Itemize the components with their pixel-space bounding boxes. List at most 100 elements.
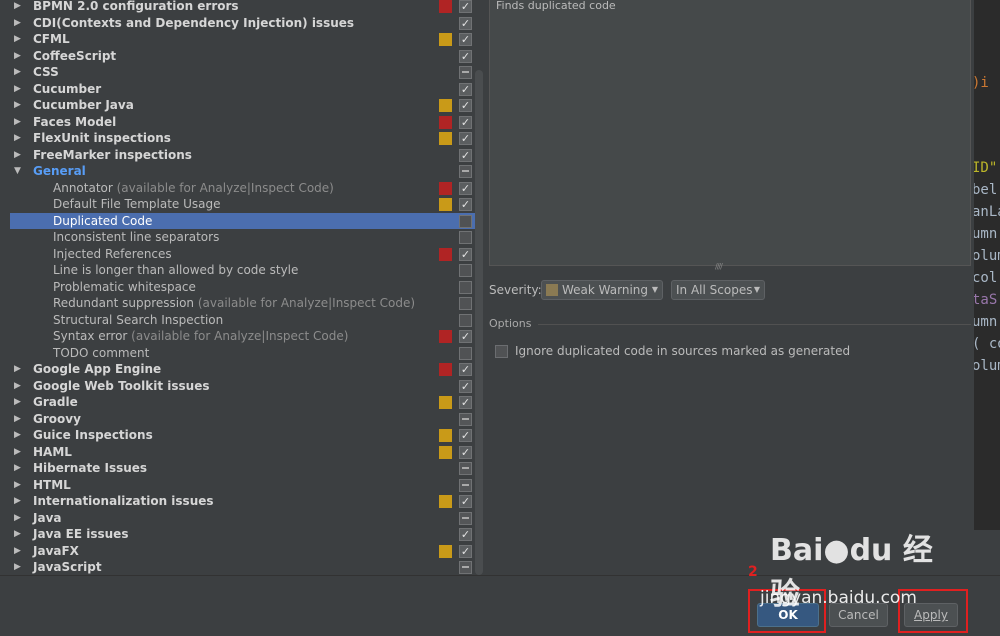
tree-item[interactable]: Annotator (available for Analyze|Inspect… [10,180,475,197]
tree-item[interactable]: Inconsistent line separators [10,229,475,246]
tree-group[interactable]: ▶ Guice Inspections ✓ [10,427,475,444]
tree-group[interactable]: ▶ Cucumber ✓ [10,81,475,98]
tree-group[interactable]: ▶ CDI(Contexts and Dependency Injection) … [10,15,475,32]
tree-item[interactable]: Line is longer than allowed by code styl… [10,262,475,279]
tree-group[interactable]: ▼ General [10,163,475,180]
tree-group[interactable]: ▶ CoffeeScript ✓ [10,48,475,65]
enable-checkbox[interactable]: ✓ [459,429,472,442]
tree-group[interactable]: ▶ Java [10,510,475,527]
chevron-right-icon[interactable]: ▶ [14,411,24,428]
tree-group[interactable]: ▶ HAML ✓ [10,444,475,461]
chevron-right-icon[interactable]: ▶ [14,81,24,98]
enable-checkbox[interactable]: ✓ [459,181,472,195]
enable-checkbox[interactable] [459,511,472,525]
chevron-right-icon[interactable]: ▶ [14,0,24,15]
enable-checkbox[interactable]: ✓ [459,82,472,96]
enable-checkbox[interactable]: ✓ [459,528,472,541]
tree-item[interactable]: Structural Search Inspection [10,312,475,329]
inspection-tree[interactable]: ▶ BPMN 2.0 configuration errors ✓ ▶ CDI(Cont… [0,0,487,575]
enable-checkbox[interactable]: ✓ [459,247,472,261]
tree-group[interactable]: ▶ Cucumber Java ✓ [10,97,475,114]
enable-checkbox[interactable] [459,561,472,574]
severity-dropdown[interactable]: Weak Warning ▼ [541,280,663,300]
tree-group[interactable]: ▶ Faces Model ✓ [10,114,475,131]
chevron-right-icon[interactable]: ▶ [14,15,24,32]
enable-checkbox[interactable]: ✓ [459,198,472,211]
enable-checkbox[interactable]: ✓ [459,16,472,30]
chevron-right-icon[interactable]: ▶ [14,361,24,378]
enable-checkbox[interactable] [459,462,472,475]
enable-checkbox[interactable]: ✓ [459,544,472,558]
tree-group[interactable]: ▶ Internationalization issues ✓ [10,493,475,510]
tree-group[interactable]: ▶ Groovy [10,411,475,428]
tree-group[interactable]: ▶ Google Web Toolkit issues ✓ [10,378,475,395]
chevron-right-icon[interactable]: ▶ [14,64,24,81]
tree-group[interactable]: ▶ JavaScript [10,559,475,575]
tree-group[interactable]: ▶ CSS [10,64,475,81]
chevron-right-icon[interactable]: ▶ [14,526,24,543]
tree-scrollbar[interactable] [475,70,483,575]
tree-group[interactable]: ▶ CFML ✓ [10,31,475,48]
chevron-right-icon[interactable]: ▶ [14,48,24,65]
chevron-down-icon[interactable]: ▼ [14,163,24,180]
enable-checkbox[interactable] [459,231,472,244]
enable-checkbox[interactable]: ✓ [459,115,472,129]
enable-checkbox[interactable] [459,346,472,360]
tree-item[interactable]: TODO comment [10,345,475,362]
chevron-right-icon[interactable]: ▶ [14,559,24,575]
tree-item[interactable]: Syntax error (available for Analyze|Insp… [10,328,475,345]
chevron-right-icon[interactable]: ▶ [14,97,24,114]
enable-checkbox[interactable]: ✓ [459,396,472,409]
enable-checkbox[interactable]: ✓ [459,379,472,393]
chevron-right-icon[interactable]: ▶ [14,460,24,477]
ignore-generated-checkbox[interactable] [495,345,508,358]
enable-checkbox[interactable] [459,297,472,310]
tree-item[interactable]: Injected References ✓ [10,246,475,263]
tree-group[interactable]: ▶ HTML [10,477,475,494]
tree-group[interactable]: ▶ Hibernate Issues [10,460,475,477]
cancel-button[interactable]: Cancel [829,603,888,627]
chevron-right-icon[interactable]: ▶ [14,147,24,164]
tree-group[interactable]: ▶ Java EE issues ✓ [10,526,475,543]
enable-checkbox[interactable] [459,313,472,327]
tree-item[interactable]: Default File Template Usage ✓ [10,196,475,213]
tree-group[interactable]: ▶ BPMN 2.0 configuration errors ✓ [10,0,475,15]
chevron-right-icon[interactable]: ▶ [14,378,24,395]
tree-group[interactable]: ▶ FlexUnit inspections ✓ [10,130,475,147]
chevron-right-icon[interactable]: ▶ [14,114,24,131]
tree-group[interactable]: ▶ Gradle ✓ [10,394,475,411]
enable-checkbox[interactable] [459,165,472,178]
chevron-right-icon[interactable]: ▶ [14,427,24,444]
enable-checkbox[interactable]: ✓ [459,132,472,145]
enable-checkbox[interactable]: ✓ [459,49,472,63]
chevron-right-icon[interactable]: ▶ [14,394,24,411]
enable-checkbox[interactable] [459,214,472,228]
enable-checkbox[interactable] [459,66,472,79]
chevron-right-icon[interactable]: ▶ [14,510,24,527]
enable-checkbox[interactable]: ✓ [459,363,472,376]
enable-checkbox[interactable]: ✓ [459,495,472,508]
enable-checkbox[interactable]: ✓ [459,0,472,13]
enable-checkbox[interactable]: ✓ [459,148,472,162]
enable-checkbox[interactable]: ✓ [459,330,472,343]
tree-group[interactable]: ▶ FreeMarker inspections ✓ [10,147,475,164]
enable-checkbox[interactable] [459,478,472,492]
chevron-right-icon[interactable]: ▶ [14,543,24,560]
tree-group[interactable]: ▶ JavaFX ✓ [10,543,475,560]
enable-checkbox[interactable]: ✓ [459,33,472,46]
enable-checkbox[interactable]: ✓ [459,445,472,459]
enable-checkbox[interactable] [459,280,472,294]
chevron-right-icon[interactable]: ▶ [14,31,24,48]
chevron-right-icon[interactable]: ▶ [14,477,24,494]
tree-item[interactable]: Duplicated Code [10,212,475,229]
enable-checkbox[interactable]: ✓ [459,99,472,112]
enable-checkbox[interactable] [459,264,472,277]
tree-group[interactable]: ▶ Google App Engine ✓ [10,361,475,378]
tree-item[interactable]: Redundant suppression (available for Ana… [10,295,475,312]
chevron-right-icon[interactable]: ▶ [14,130,24,147]
chevron-right-icon[interactable]: ▶ [14,493,24,510]
enable-checkbox[interactable] [459,412,472,426]
tree-item[interactable]: Problematic whitespace [10,279,475,296]
scope-dropdown[interactable]: In All Scopes ▼ [671,280,765,300]
ignore-generated-label[interactable]: Ignore duplicated code in sources marked… [515,344,850,358]
